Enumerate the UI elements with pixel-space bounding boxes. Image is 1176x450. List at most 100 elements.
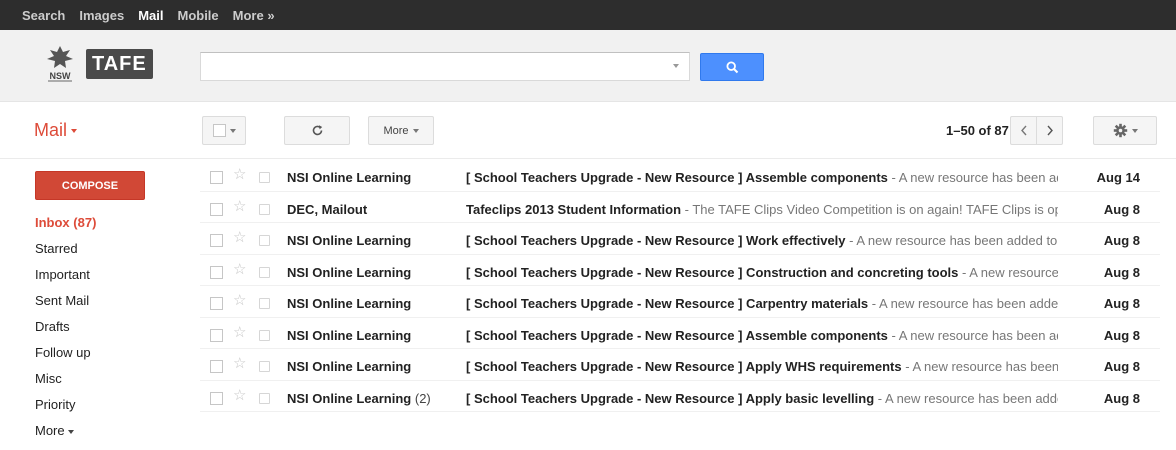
sender-name: DEC, Mailout bbox=[287, 201, 368, 217]
mail-label-text: Mail bbox=[34, 120, 68, 140]
row-checkbox[interactable] bbox=[210, 234, 223, 247]
nav-search[interactable]: Search bbox=[22, 8, 65, 23]
sidebar-item-misc[interactable]: Misc bbox=[35, 366, 96, 392]
subject-line: [ School Teachers Upgrade - New Resource… bbox=[466, 170, 1058, 185]
sidebar-item-inbox[interactable]: Inbox (87) bbox=[35, 210, 96, 236]
subject: [ School Teachers Upgrade - New Resource… bbox=[466, 359, 902, 374]
snippet: - The TAFE Clips Video Competition is on… bbox=[684, 201, 1058, 217]
subject: Tafeclips 2013 Student Information bbox=[466, 201, 682, 217]
select-checkbox[interactable] bbox=[212, 124, 226, 137]
refresh-button[interactable] bbox=[284, 116, 350, 145]
snippet: - A new resource has been added to the bbox=[877, 390, 1058, 406]
search-box[interactable] bbox=[200, 52, 690, 81]
sender-name: NSI Online Learning bbox=[287, 390, 412, 406]
older-button[interactable] bbox=[1036, 116, 1063, 145]
table-row[interactable]: ☆ NSI Online Learning (2) [ School Teach… bbox=[200, 381, 1160, 412]
nav-images[interactable]: Images bbox=[79, 8, 124, 23]
date: Aug 14 bbox=[1096, 170, 1140, 185]
search-input[interactable] bbox=[201, 53, 689, 80]
star-icon[interactable]: ☆ bbox=[233, 293, 246, 309]
row-checkbox[interactable] bbox=[210, 202, 223, 216]
settings-button[interactable] bbox=[1093, 116, 1157, 145]
important-marker-icon[interactable] bbox=[259, 392, 270, 404]
important-marker-icon[interactable] bbox=[259, 203, 270, 215]
mail-toolbar: Mail More 1–50 of 87 bbox=[0, 102, 1176, 159]
important-marker-icon[interactable] bbox=[259, 235, 270, 246]
subject: [ School Teachers Upgrade - New Resource… bbox=[466, 264, 959, 280]
row-checkbox[interactable] bbox=[210, 265, 223, 279]
row-checkbox[interactable] bbox=[210, 171, 223, 184]
star-icon[interactable]: ☆ bbox=[233, 261, 246, 278]
table-row[interactable]: ☆ NSI Online Learning [ School Teachers … bbox=[200, 160, 1160, 192]
subject-line: [ School Teachers Upgrade - New Resource… bbox=[466, 265, 1058, 280]
mail-menu[interactable]: Mail bbox=[34, 120, 78, 141]
newer-button[interactable] bbox=[1010, 116, 1037, 145]
compose-button[interactable]: COMPOSE bbox=[35, 171, 145, 200]
date: Aug 8 bbox=[1103, 201, 1140, 217]
star-icon[interactable]: ☆ bbox=[233, 324, 246, 341]
table-row[interactable]: ☆ NSI Online Learning [ School Teachers … bbox=[200, 223, 1160, 255]
nav-more[interactable]: More » bbox=[233, 8, 275, 23]
star-icon[interactable]: ☆ bbox=[233, 167, 246, 183]
important-marker-icon[interactable] bbox=[259, 266, 270, 278]
row-checkbox[interactable] bbox=[210, 391, 223, 405]
sender-name: NSI Online Learning bbox=[287, 264, 412, 280]
subject-line: [ School Teachers Upgrade - New Resource… bbox=[466, 359, 1058, 374]
gear-icon bbox=[1113, 123, 1127, 138]
sender: NSI Online Learning bbox=[287, 233, 411, 248]
important-marker-icon[interactable] bbox=[259, 329, 270, 341]
subject: [ School Teachers Upgrade - New Resource… bbox=[466, 390, 875, 406]
date: Aug 8 bbox=[1103, 233, 1140, 248]
more-actions-button[interactable]: More bbox=[368, 116, 434, 145]
date: Aug 8 bbox=[1103, 359, 1140, 374]
sender: NSI Online Learning bbox=[287, 328, 411, 343]
sender-name: NSI Online Learning bbox=[287, 233, 412, 248]
search-options-caret-icon[interactable] bbox=[673, 64, 679, 68]
table-row[interactable]: ☆ NSI Online Learning [ School Teachers … bbox=[200, 286, 1160, 318]
date: Aug 8 bbox=[1103, 390, 1140, 406]
sidebar-item-priority[interactable]: Priority bbox=[35, 392, 96, 418]
table-row[interactable]: ☆ NSI Online Learning [ School Teachers … bbox=[200, 349, 1160, 381]
search-button[interactable] bbox=[700, 53, 764, 81]
star-icon[interactable]: ☆ bbox=[233, 198, 246, 215]
sidebar-item-starred[interactable]: Starred bbox=[35, 236, 96, 262]
message-list: ☆ NSI Online Learning [ School Teachers … bbox=[200, 160, 1160, 412]
chevron-down-icon bbox=[1131, 128, 1138, 133]
subject-line: [ School Teachers Upgrade - New Resource… bbox=[466, 296, 1058, 311]
table-row[interactable]: ☆ DEC, Mailout Tafeclips 2013 Student In… bbox=[200, 192, 1160, 223]
nsw-tafe-logo[interactable]: NSW TAFE bbox=[44, 44, 166, 84]
select-all-button[interactable] bbox=[202, 116, 246, 145]
tafe-wordmark: TAFE bbox=[86, 49, 153, 79]
sidebar-item-follow-up[interactable]: Follow up bbox=[35, 340, 96, 366]
important-marker-icon[interactable] bbox=[259, 172, 270, 183]
row-checkbox[interactable] bbox=[210, 297, 223, 310]
table-row[interactable]: ☆ NSI Online Learning [ School Teachers … bbox=[200, 318, 1160, 349]
sidebar-item-drafts[interactable]: Drafts bbox=[35, 314, 96, 340]
subject: [ School Teachers Upgrade - New Resource… bbox=[466, 327, 888, 343]
header: NSW TAFE bbox=[0, 30, 1176, 102]
star-icon[interactable]: ☆ bbox=[233, 230, 246, 246]
chevron-down-icon bbox=[229, 128, 236, 133]
row-checkbox[interactable] bbox=[210, 360, 223, 373]
row-checkbox[interactable] bbox=[210, 328, 223, 342]
sidebar: COMPOSE Inbox (87) Starred Important Sen… bbox=[0, 160, 190, 450]
important-marker-icon[interactable] bbox=[259, 361, 270, 372]
chevron-right-icon bbox=[1046, 125, 1053, 136]
table-row[interactable]: ☆ NSI Online Learning [ School Teachers … bbox=[200, 255, 1160, 286]
sidebar-item-more[interactable]: More bbox=[35, 418, 96, 444]
pager-count: 1–50 of 87 bbox=[946, 123, 1009, 138]
important-marker-icon[interactable] bbox=[259, 298, 270, 309]
nav-mobile[interactable]: Mobile bbox=[177, 8, 218, 23]
sidebar-item-sent-mail[interactable]: Sent Mail bbox=[35, 288, 96, 314]
thread-count: (2) bbox=[414, 390, 431, 406]
snippet: - A new resource has been added to the "… bbox=[849, 233, 1058, 248]
top-nav: Search Images Mail Mobile More » bbox=[22, 8, 289, 23]
sender-name: NSI Online Learning bbox=[287, 359, 412, 374]
star-icon[interactable]: ☆ bbox=[233, 387, 246, 404]
nav-mail[interactable]: Mail bbox=[138, 8, 163, 23]
sidebar-item-important[interactable]: Important bbox=[35, 262, 96, 288]
chevron-down-icon bbox=[67, 429, 74, 434]
star-icon[interactable]: ☆ bbox=[233, 356, 246, 372]
more-actions-label: More bbox=[383, 124, 409, 137]
subject: [ School Teachers Upgrade - New Resource… bbox=[466, 170, 888, 185]
